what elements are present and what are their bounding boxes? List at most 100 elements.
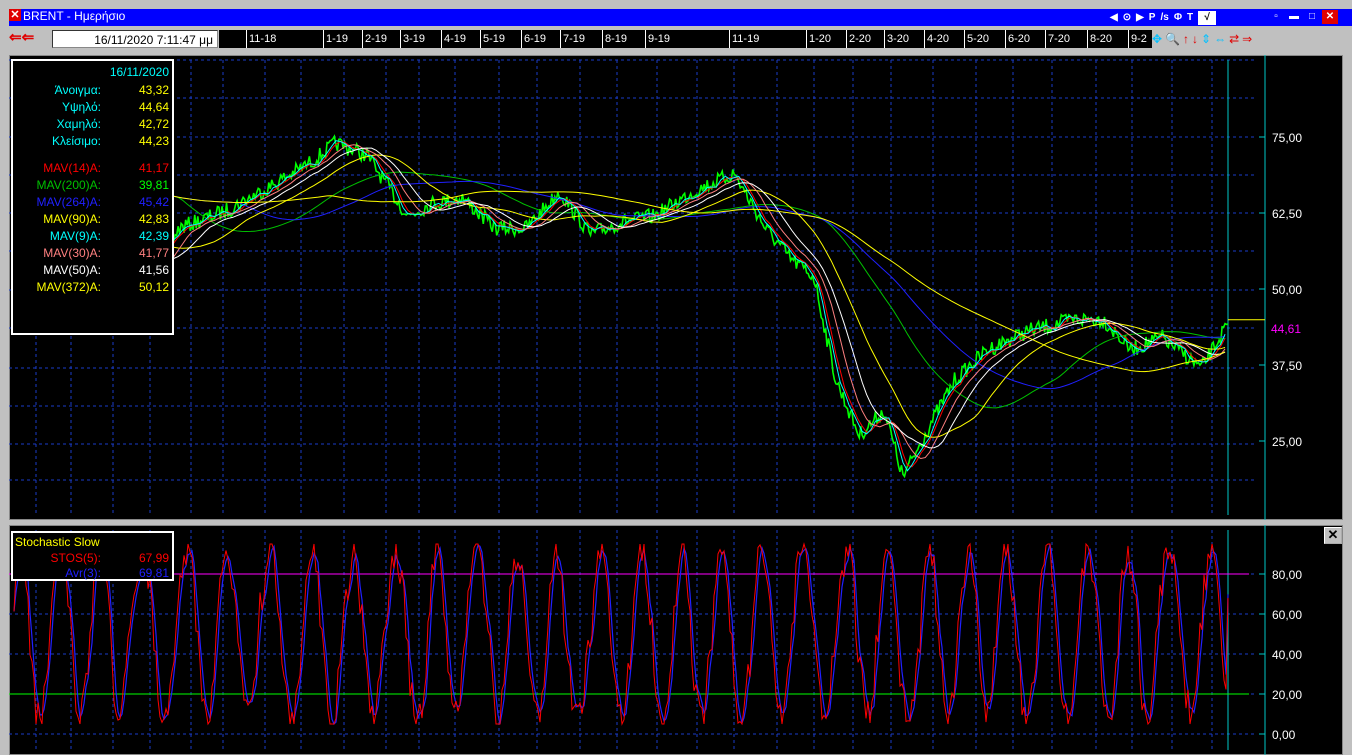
moving-average-line	[13, 101, 1226, 409]
window-buttons: ▫ ▬ □ ✕	[1268, 10, 1338, 24]
price-series	[13, 80, 1229, 479]
stochastic-row: STOS(5): 67,99	[13, 550, 171, 566]
chart-tools: ◀ ⊙ ▶ P /s Φ T √	[1110, 10, 1217, 25]
info-value: 50,12	[138, 280, 169, 294]
info-label: MAV(9)A:	[49, 229, 101, 243]
stochastic-label: STOS(5):	[50, 551, 101, 565]
month-label: 9-19	[645, 30, 670, 48]
info-label: Κλείσιμο:	[51, 134, 101, 148]
info-label: Χαμηλό:	[56, 117, 101, 131]
info-value: 42,72	[138, 117, 169, 131]
month-label: 8-19	[602, 30, 627, 48]
info-value: 41,17	[138, 161, 169, 175]
navigation-tools: ✥ 🔍 ↑ ↓ ⇕ ⇔ ⇄ ⇒	[1152, 30, 1332, 48]
swap-icon[interactable]: ⇄	[1229, 32, 1239, 46]
p-icon[interactable]: P	[1149, 11, 1156, 25]
restore-icon[interactable]: ▫	[1268, 10, 1284, 24]
price-tick-label: 75,00	[1272, 131, 1302, 145]
current-price-label: 44,61	[1271, 322, 1302, 336]
moving-average-line	[13, 96, 1226, 460]
info-row: Άνοιγμα: 43,32	[13, 82, 171, 98]
month-label: 6-20	[1005, 30, 1030, 48]
stochastic-tick-label: 80,00	[1272, 568, 1302, 582]
maximize-icon[interactable]: □	[1304, 10, 1320, 24]
zoom-icon[interactable]: 🔍	[1165, 32, 1180, 46]
moving-average-line	[13, 86, 1226, 472]
window-title: BRENT - Ημερήσιο	[23, 9, 126, 23]
moving-average-line	[13, 101, 1226, 438]
refresh-icon[interactable]: ⊙	[1123, 11, 1131, 25]
scroll-left-arrows-icon[interactable]: ⇐⇐	[9, 30, 51, 46]
stochastic-stos-line	[13, 542, 1229, 726]
info-row: Υψηλό: 44,64	[13, 99, 171, 115]
month-label: 7-20	[1045, 30, 1070, 48]
stochastic-chart[interactable]: 80,00 60,00 40,00 20,00 0,00	[9, 525, 1343, 755]
info-label: MAV(200)A:	[36, 178, 101, 192]
month-label: 9-2	[1128, 30, 1147, 48]
info-value: 41,77	[138, 246, 169, 260]
info-row: MAV(30)A: 41,77	[13, 245, 171, 261]
info-label: Υψηλό:	[61, 100, 101, 114]
info-row: MAV(372)A: 50,12	[13, 279, 171, 295]
price-tick-label: 62,50	[1272, 207, 1302, 221]
info-label: Άνοιγμα:	[54, 83, 101, 97]
month-ruler[interactable]: 11-18 1-19 2-19 3-19 4-19 5-19 6-19 7-19 8-19 9-1…	[219, 30, 1152, 48]
info-label: MAV(30)A:	[43, 246, 101, 260]
stochastic-value: 67,99	[138, 551, 169, 565]
text-icon[interactable]: T	[1187, 11, 1193, 25]
stochastic-avr-line	[13, 544, 1229, 726]
month-label: 2-19	[362, 30, 387, 48]
prev-icon[interactable]: ◀	[1110, 11, 1118, 25]
datetime-field[interactable]: 16/11/2020 7:11:47 μμ	[52, 30, 218, 48]
info-value: 42,83	[138, 212, 169, 226]
stochastic-value: 69,81	[138, 566, 169, 580]
app-close-icon[interactable]: ✕	[9, 9, 21, 21]
chart-wave-icon[interactable]: √	[1198, 10, 1217, 25]
month-label: 5-20	[964, 30, 989, 48]
up-arrow-icon[interactable]: ↑	[1183, 32, 1189, 46]
month-label: 11-18	[246, 30, 276, 48]
pan-icon[interactable]: ✥	[1152, 32, 1162, 46]
info-row: Χαμηλό: 42,72	[13, 116, 171, 132]
info-label: MAV(372)A:	[36, 280, 101, 294]
month-label: 11-19	[729, 30, 759, 48]
month-label: 8-20	[1087, 30, 1112, 48]
next-icon[interactable]: ▶	[1136, 11, 1144, 25]
info-row: Κλείσιμο: 44,23	[13, 133, 171, 149]
stochastic-tick-label: 0,00	[1272, 728, 1296, 742]
moving-average-line	[13, 101, 1226, 373]
info-row: MAV(50)A: 41,56	[13, 262, 171, 278]
info-label: MAV(14)A:	[43, 161, 101, 175]
slash-s-icon[interactable]: /s	[1160, 11, 1168, 25]
month-label: 4-20	[924, 30, 949, 48]
price-tick-label: 50,00	[1272, 283, 1302, 297]
stochastic-title: Stochastic Slow	[15, 535, 100, 549]
close-indicator-icon[interactable]: ✕	[1324, 527, 1342, 544]
horizontal-zoom-icon[interactable]: ⇔	[1214, 32, 1226, 46]
stochastic-tick-label: 20,00	[1272, 688, 1302, 702]
month-label: 1-20	[806, 30, 831, 48]
ohlc-info-box: 16/11/2020 Άνοιγμα: 43,32 Υψηλό: 44,64 Χαμηλ…	[11, 59, 174, 335]
info-label: MAV(264)A:	[36, 195, 101, 209]
info-row: MAV(200)A: 39,81	[13, 177, 171, 193]
phi-icon[interactable]: Φ	[1174, 11, 1182, 25]
month-label: 3-20	[884, 30, 909, 48]
stochastic-info-box: Stochastic Slow STOS(5): 67,99 Avr(3): 69,8…	[11, 531, 174, 581]
info-row: MAV(9)A: 42,39	[13, 228, 171, 244]
stochastic-row: Avr(3): 69,81	[13, 565, 171, 581]
info-row: MAV(90)A: 42,83	[13, 211, 171, 227]
stochastic-label: Avr(3):	[65, 566, 101, 580]
month-label: 5-19	[480, 30, 505, 48]
info-value: 44,23	[138, 134, 169, 148]
down-arrow-icon[interactable]: ↓	[1192, 32, 1198, 46]
month-label: 3-19	[400, 30, 425, 48]
minimize-icon[interactable]: ▬	[1286, 10, 1302, 24]
price-chart[interactable]: 75,00 62,50 50,00 37,50 25,00	[9, 55, 1343, 520]
forward-icon[interactable]: ⇒	[1242, 32, 1252, 46]
close-icon[interactable]: ✕	[1322, 10, 1338, 24]
month-label: 7-19	[560, 30, 585, 48]
info-date: 16/11/2020	[109, 65, 169, 79]
info-row: MAV(14)A: 41,17	[13, 160, 171, 176]
info-value: 42,39	[138, 229, 169, 243]
vertical-zoom-icon[interactable]: ⇕	[1201, 32, 1211, 46]
